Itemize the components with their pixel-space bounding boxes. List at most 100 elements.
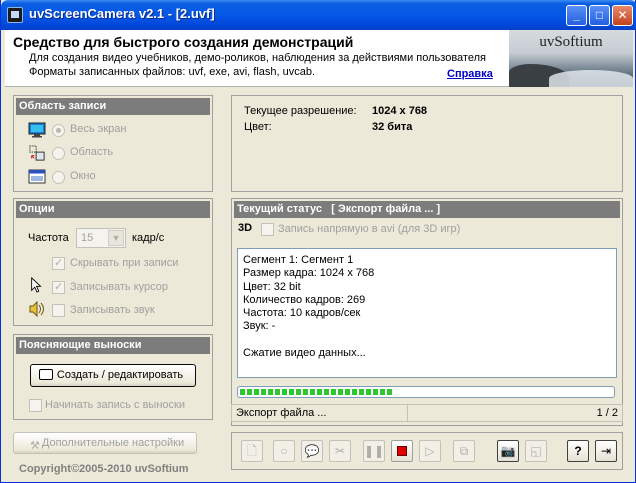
log-line: Сжатие видео данных... — [243, 346, 366, 359]
export-progress-bar — [237, 386, 615, 398]
create-edit-callout-label: Создать / редактировать — [56, 369, 184, 381]
status-log: Сегмент 1: Сегмент 1 Размер кадра: 1024 … — [237, 248, 617, 378]
cut-icon[interactable]: ✂ — [329, 440, 351, 462]
log-line: Звук: - — [243, 320, 276, 333]
help-link[interactable]: Справка — [447, 68, 493, 80]
log-line: Количество кадров: 269 — [243, 293, 366, 306]
help-icon[interactable]: ? — [567, 440, 589, 462]
color-value: 32 бита — [372, 121, 413, 133]
progress-segment — [310, 389, 315, 395]
frequency-label: Частота — [28, 232, 69, 244]
create-edit-callout-button[interactable]: Создать / редактировать — [30, 364, 196, 387]
log-line: Цвет: 32 bit — [243, 280, 301, 293]
hide-while-recording-label: Скрывать при записи — [70, 257, 179, 269]
progress-segment — [261, 389, 266, 395]
play-icon[interactable]: ▷ — [419, 440, 441, 462]
record-icon[interactable]: ○ — [273, 440, 295, 462]
progress-segment — [296, 389, 301, 395]
tag-3d: 3D — [238, 222, 253, 234]
brand-logo: uvSoftium — [539, 34, 603, 50]
exit-icon[interactable]: ⇥ — [595, 440, 617, 462]
option-window: Окно — [70, 170, 96, 182]
option-region: Область — [70, 146, 114, 158]
banner-formats: Форматы записанных файлов: uvf, exe, avi… — [29, 66, 316, 78]
record-area-header: Область записи — [16, 98, 210, 115]
copyright-text: Copyright©2005-2010 uvSoftium — [19, 463, 189, 475]
minimize-button[interactable]: _ — [566, 5, 587, 26]
options-group: Опции Частота 15 ▼ кадр/с Скрывать при з… — [13, 198, 213, 326]
info-panel: Текущее разрешение: 1024 х 768 Цвет: 32 … — [231, 95, 623, 192]
log-line: Размер кадра: 1024 х 768 — [243, 267, 375, 280]
progress-segment — [282, 389, 287, 395]
progress-segment — [254, 389, 259, 395]
header-banner: Средство для быстрого создания демонстра… — [5, 30, 633, 87]
maximize-button[interactable]: □ — [589, 5, 610, 26]
window-icon — [28, 169, 46, 184]
pause-icon[interactable]: ❚❚ — [363, 440, 385, 462]
progress-segment — [373, 389, 378, 395]
options-header: Опции — [16, 201, 210, 218]
record-sound-checkbox[interactable] — [52, 304, 65, 317]
radio-region[interactable] — [52, 147, 65, 160]
wrench-icon: ⚒ — [30, 440, 40, 452]
callout-icon[interactable]: 💬 — [301, 440, 323, 462]
progress-segment — [317, 389, 322, 395]
status-bar-text: Экспорт файла ... — [236, 407, 327, 419]
radio-full-screen[interactable] — [52, 124, 65, 137]
record-cursor-label: Записывать курсор — [70, 281, 168, 293]
title-bar[interactable]: uvScreenCamera v2.1 - [2.uvf] _ □ ✕ — [1, 0, 636, 30]
banner-description: Для создания видео учебников, демо-ролик… — [29, 52, 486, 64]
status-divider — [407, 405, 408, 421]
additional-settings-label: Дополнительные настройки — [41, 437, 185, 449]
progress-segment — [345, 389, 350, 395]
progress-segment — [324, 389, 329, 395]
frequency-unit: кадр/с — [132, 232, 165, 244]
app-icon — [7, 7, 23, 23]
copy-icon[interactable]: ⧉ — [453, 440, 475, 462]
progress-segment — [268, 389, 273, 395]
progress-segment — [289, 389, 294, 395]
region-icon — [29, 145, 45, 161]
start-with-callout-checkbox[interactable] — [29, 399, 42, 412]
wave-shape — [549, 70, 633, 87]
status-header: Текущий статус [ Экспорт файла ... ] — [234, 201, 620, 218]
preview-icon[interactable]: ◱ — [525, 440, 547, 462]
stop-icon[interactable] — [391, 440, 413, 462]
callout-icon — [39, 369, 53, 380]
log-line: Сегмент 1: Сегмент 1 — [243, 254, 354, 266]
start-with-callout-label: Начинать запись с выноски — [45, 399, 185, 411]
callouts-group: Поясняющие выноски Создать / редактирова… — [13, 334, 213, 420]
main-window: uvScreenCamera v2.1 - [2.uvf] _ □ ✕ Сред… — [0, 0, 636, 483]
new-file-icon[interactable]: 🗋 — [241, 440, 263, 462]
progress-segment — [352, 389, 357, 395]
hide-while-recording-checkbox[interactable] — [52, 256, 65, 270]
log-line: Частота: 10 кадров/сек — [243, 307, 361, 320]
progress-segment — [380, 389, 385, 395]
radio-window[interactable] — [52, 171, 65, 184]
page-indicator: 1 / 2 — [596, 407, 618, 419]
frequency-value: 15 — [81, 232, 94, 244]
option-full-screen: Весь экран — [70, 123, 127, 135]
resolution-label: Текущее разрешение: — [244, 105, 357, 117]
progress-segment — [303, 389, 308, 395]
cursor-icon — [31, 277, 42, 293]
callouts-header: Поясняющие выноски — [16, 337, 210, 354]
progress-segment — [338, 389, 343, 395]
monitor-icon — [28, 122, 46, 138]
status-bar: Экспорт файла ... 1 / 2 — [231, 404, 623, 422]
additional-settings-button[interactable]: ⚒ Дополнительные настройки — [13, 432, 197, 454]
progress-segment — [247, 389, 252, 395]
record-avi-checkbox[interactable] — [261, 223, 274, 236]
chevron-down-icon[interactable]: ▼ — [108, 230, 124, 246]
window-title: uvScreenCamera v2.1 - [2.uvf] — [29, 6, 215, 21]
speaker-icon — [29, 301, 44, 317]
color-label: Цвет: — [244, 121, 272, 133]
record-cursor-checkbox[interactable] — [52, 280, 65, 294]
banner-title: Средство для быстрого создания демонстра… — [13, 34, 354, 50]
frequency-select[interactable]: 15 ▼ — [76, 228, 126, 248]
record-avi-label: Запись напрямую в avi (для 3D игр) — [278, 223, 461, 235]
camera-icon[interactable]: 📷 — [497, 440, 519, 462]
close-button[interactable]: ✕ — [612, 5, 633, 26]
progress-segment — [331, 389, 336, 395]
